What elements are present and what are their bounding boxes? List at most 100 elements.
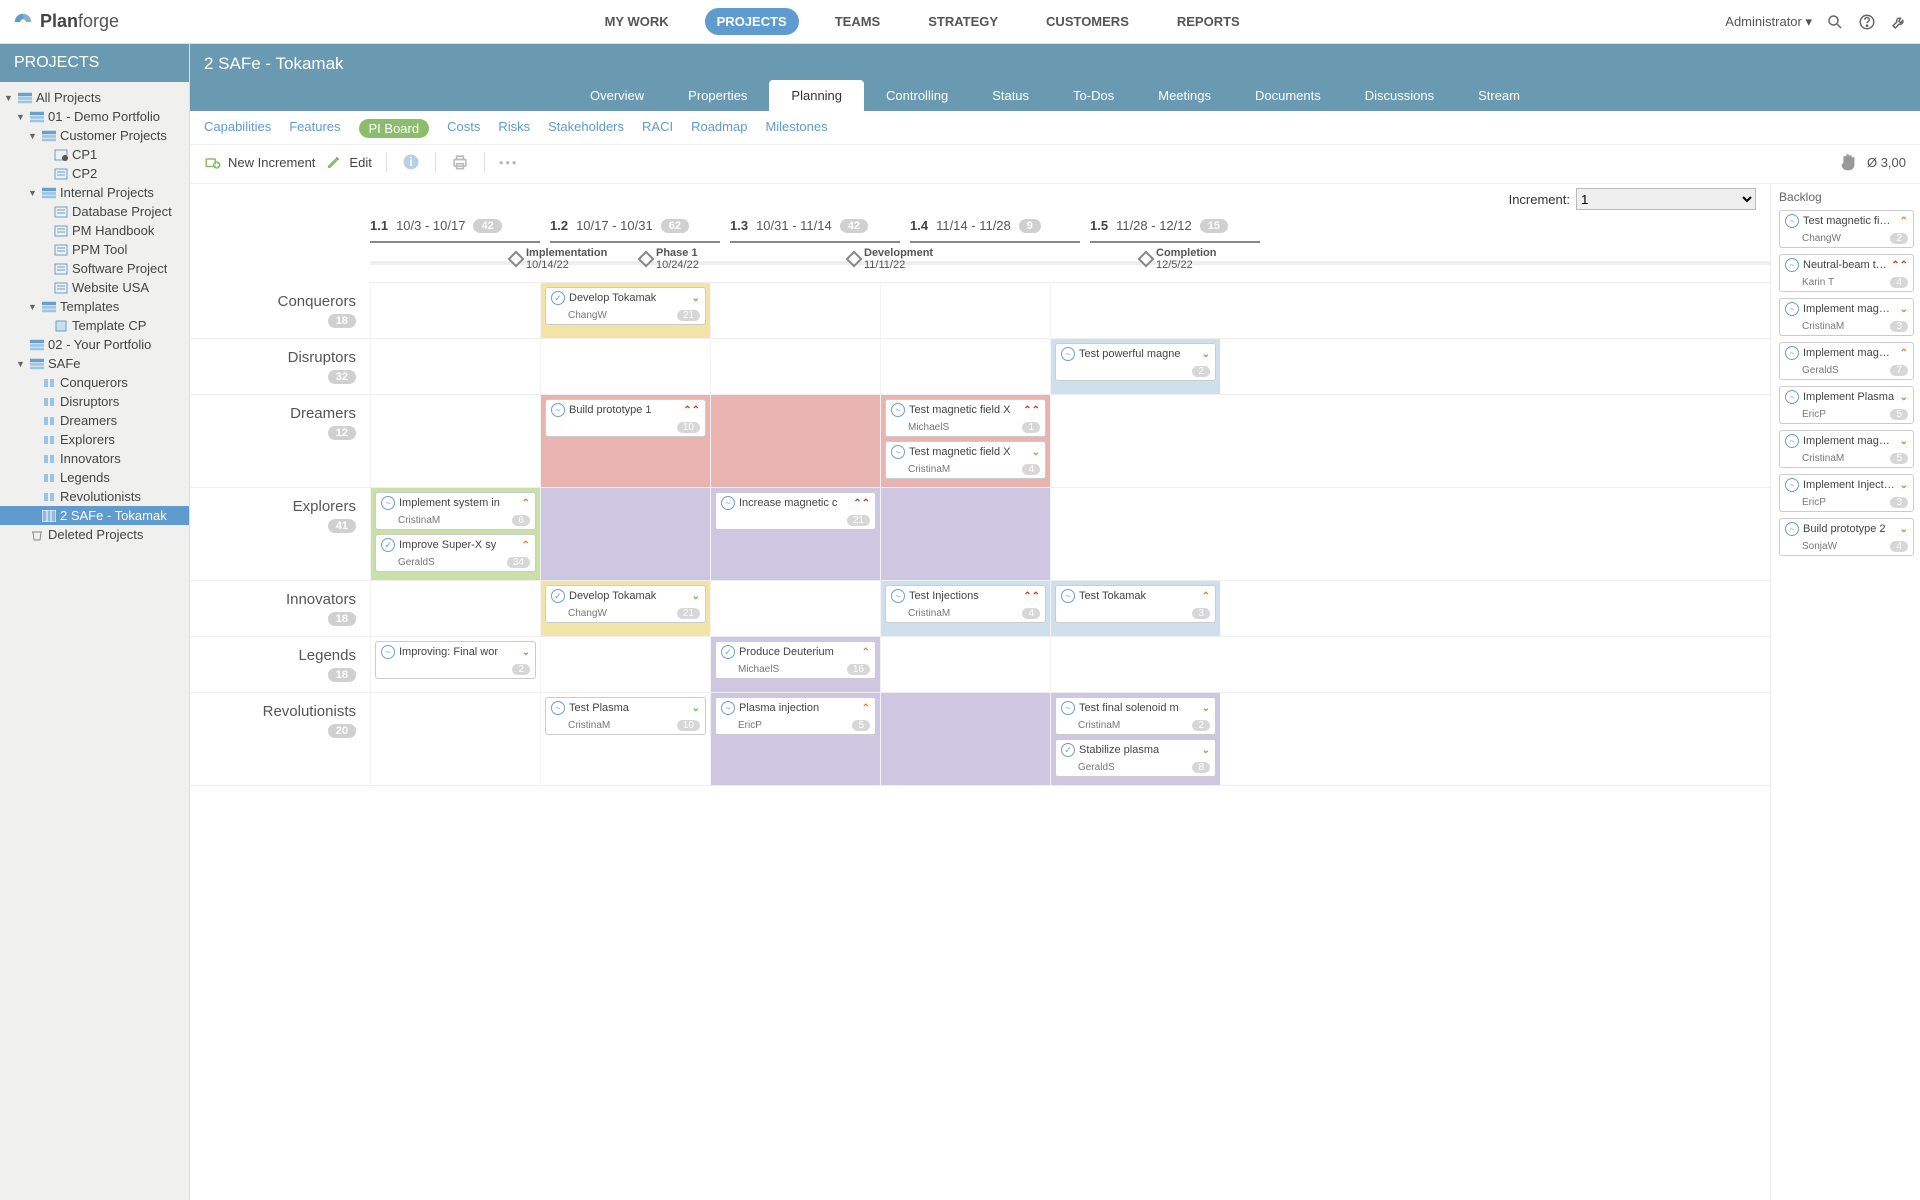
subtab-costs[interactable]: Costs (447, 119, 480, 138)
board-card[interactable]: ~Test Injections⌃⌃CristinaM4 (885, 585, 1046, 623)
tree-item[interactable]: Disruptors (0, 392, 189, 411)
topnav-projects[interactable]: PROJECTS (705, 8, 799, 35)
tree-item[interactable]: Legends (0, 468, 189, 487)
lane-cell[interactable] (710, 581, 880, 636)
tab-meetings[interactable]: Meetings (1136, 80, 1233, 111)
board-card[interactable]: ~Build prototype 2⌄SonjaW4 (1779, 518, 1914, 556)
board-card[interactable]: ~Test magnetic field X⌃ChangW2 (1779, 210, 1914, 248)
board-card[interactable]: ~Implement Injections⌄EricP3 (1779, 474, 1914, 512)
lane-cell[interactable]: ~Test Injections⌃⌃CristinaM4 (880, 581, 1050, 636)
lane-cell[interactable]: ~Increase magnetic c⌃⌃21 (710, 488, 880, 580)
tab-overview[interactable]: Overview (568, 80, 666, 111)
tab-stream[interactable]: Stream (1456, 80, 1542, 111)
lane-cell[interactable] (710, 395, 880, 487)
lane-cell[interactable]: ~Improving: Final wor⌄2 (370, 637, 540, 692)
tree-item[interactable]: Database Project (0, 202, 189, 221)
search-icon[interactable] (1826, 13, 1844, 31)
board-card[interactable]: ~Test final solenoid m⌄CristinaM2 (1055, 697, 1216, 735)
lane-cell[interactable] (370, 581, 540, 636)
tree-item[interactable]: Software Project (0, 259, 189, 278)
lane-cell[interactable] (540, 339, 710, 394)
subtab-stakeholders[interactable]: Stakeholders (548, 119, 624, 138)
tree-item[interactable]: Website USA (0, 278, 189, 297)
subtab-milestones[interactable]: Milestones (765, 119, 827, 138)
topnav-my-work[interactable]: MY WORK (593, 8, 681, 35)
lane-cell[interactable]: ~Test powerful magne⌄2 (1050, 339, 1220, 394)
lane-cell[interactable] (880, 339, 1050, 394)
lane-cell[interactable] (1050, 395, 1220, 487)
tree-item[interactable]: Revolutionists (0, 487, 189, 506)
edit-button[interactable]: Edit (325, 153, 371, 171)
board-card[interactable]: ~Improving: Final wor⌄2 (375, 641, 536, 679)
user-menu[interactable]: Administrator ▾ (1725, 14, 1812, 30)
help-icon[interactable] (1858, 13, 1876, 31)
tree-item[interactable]: Dreamers (0, 411, 189, 430)
board-card[interactable]: ~Increase magnetic c⌃⌃21 (715, 492, 876, 530)
tree-item[interactable]: Conquerors (0, 373, 189, 392)
tree-item[interactable]: Innovators (0, 449, 189, 468)
tree-item[interactable]: ▼Customer Projects (0, 126, 189, 145)
topnav-reports[interactable]: REPORTS (1165, 8, 1252, 35)
milestone[interactable]: Development11/11/22 (848, 247, 933, 271)
board-card[interactable]: ~Implement magnetic⌄CristinaM3 (1779, 298, 1914, 336)
board-card[interactable]: ~Neutral-beam testing⌃⌃Karin T4 (1779, 254, 1914, 292)
board-card[interactable]: ~Test magnetic field X⌄CristinaM4 (885, 441, 1046, 479)
subtab-pi-board[interactable]: PI Board (359, 119, 430, 138)
subtab-risks[interactable]: Risks (498, 119, 530, 138)
tree-item[interactable]: PM Handbook (0, 221, 189, 240)
lane-cell[interactable] (710, 283, 880, 338)
milestone[interactable]: Implementation10/14/22 (510, 247, 607, 271)
lane-cell[interactable] (540, 488, 710, 580)
tab-controlling[interactable]: Controlling (864, 80, 970, 111)
lane-cell[interactable] (1050, 283, 1220, 338)
lane-cell[interactable]: ~Test Tokamak⌃3 (1050, 581, 1220, 636)
tab-properties[interactable]: Properties (666, 80, 769, 111)
tree-item[interactable]: Explorers (0, 430, 189, 449)
tab-to-dos[interactable]: To-Dos (1051, 80, 1136, 111)
lane-cell[interactable]: ~Test magnetic field X⌃⌃MichaelS1~Test m… (880, 395, 1050, 487)
board-card[interactable]: ~Plasma injection⌃EricP5 (715, 697, 876, 735)
tree-item[interactable]: ▼All Projects (0, 88, 189, 107)
board-card[interactable]: ~Build prototype 1⌃⌃10 (545, 399, 706, 437)
milestone[interactable]: Phase 110/24/22 (640, 247, 699, 271)
board-card[interactable]: ~Implement magnetic⌃GeraldS7 (1779, 342, 1914, 380)
tree-item[interactable]: ▼SAFe (0, 354, 189, 373)
lane-cell[interactable] (370, 339, 540, 394)
lane-cell[interactable]: ✓Produce Deuterium⌃MichaelS16 (710, 637, 880, 692)
tools-icon[interactable] (1890, 13, 1908, 31)
lane-cell[interactable]: ✓Develop Tokamak⌄ChangW21 (540, 283, 710, 338)
lane-cell[interactable]: ✓Develop Tokamak⌄ChangW21 (540, 581, 710, 636)
tree-item[interactable]: 02 - Your Portfolio (0, 335, 189, 354)
tree-item[interactable]: ▼Internal Projects (0, 183, 189, 202)
lane-cell[interactable]: ~Implement system in⌃CristinaM6 ✓Improve … (370, 488, 540, 580)
lane-cell[interactable] (880, 488, 1050, 580)
new-increment-button[interactable]: New Increment (204, 153, 315, 171)
topnav-customers[interactable]: CUSTOMERS (1034, 8, 1141, 35)
tree-item[interactable]: Template CP (0, 316, 189, 335)
lane-cell[interactable]: ~Test Plasma⌄CristinaM10 (540, 693, 710, 785)
topnav-teams[interactable]: TEAMS (823, 8, 893, 35)
tab-status[interactable]: Status (970, 80, 1051, 111)
board-card[interactable]: ✓Stabilize plasma⌄GeraldS8 (1055, 739, 1216, 777)
board-card[interactable]: ✓Improve Super-X sy⌃GeraldS34 (375, 534, 536, 572)
lane-cell[interactable] (710, 339, 880, 394)
board-card[interactable]: ~Implement Plasma⌄EricP5 (1779, 386, 1914, 424)
tab-discussions[interactable]: Discussions (1343, 80, 1456, 111)
lane-cell[interactable] (880, 637, 1050, 692)
subtab-capabilities[interactable]: Capabilities (204, 119, 271, 138)
tree-item[interactable]: CP2 (0, 164, 189, 183)
board-card[interactable]: ~Test Plasma⌄CristinaM10 (545, 697, 706, 735)
lane-cell[interactable] (880, 283, 1050, 338)
board-card[interactable]: ~Implement system in⌃CristinaM6 (375, 492, 536, 530)
tab-planning[interactable]: Planning (769, 80, 864, 111)
subtab-features[interactable]: Features (289, 119, 340, 138)
lane-cell[interactable] (370, 395, 540, 487)
topnav-strategy[interactable]: STRATEGY (916, 8, 1010, 35)
increment-select[interactable]: 1 (1576, 188, 1756, 210)
tree-item[interactable]: 2 SAFe - Tokamak (0, 506, 189, 525)
milestone[interactable]: Completion12/5/22 (1140, 247, 1217, 271)
tree-item[interactable]: Deleted Projects (0, 525, 189, 544)
subtab-raci[interactable]: RACI (642, 119, 673, 138)
board-card[interactable]: ~Test powerful magne⌄2 (1055, 343, 1216, 381)
board-card[interactable]: ✓Produce Deuterium⌃MichaelS16 (715, 641, 876, 679)
